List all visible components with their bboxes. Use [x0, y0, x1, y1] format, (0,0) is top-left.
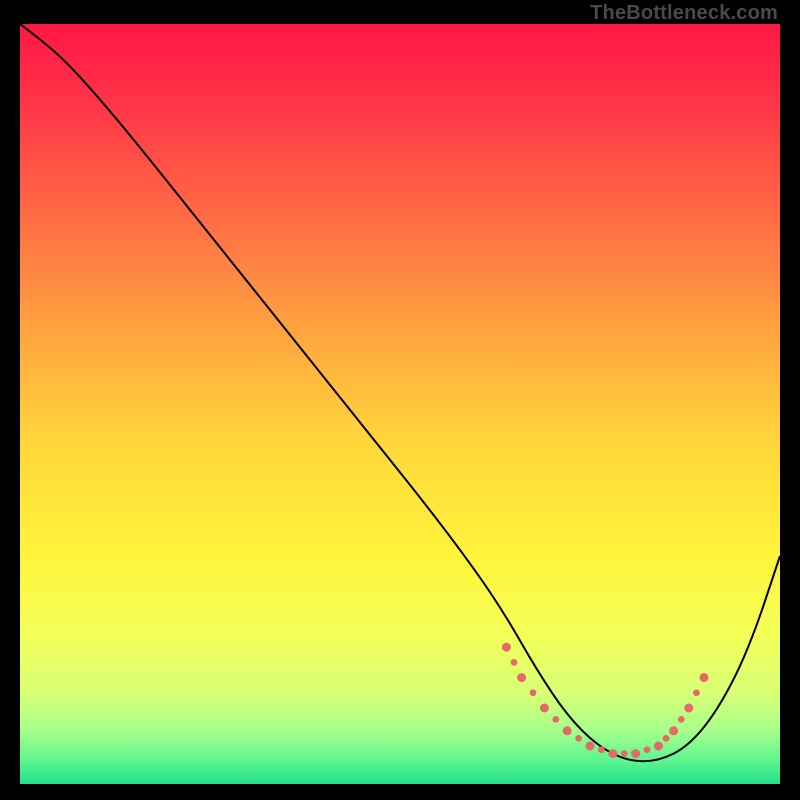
optimal-dot [654, 742, 663, 751]
optimal-dot [644, 746, 651, 753]
optimal-dot [621, 750, 628, 757]
optimal-dot [586, 742, 595, 751]
bottleneck-chart [20, 24, 780, 784]
optimal-dot [631, 749, 640, 758]
optimal-dot [684, 704, 693, 713]
optimal-dot [678, 716, 685, 723]
optimal-dot [552, 716, 559, 723]
optimal-dot [663, 735, 670, 742]
optimal-dot [517, 673, 526, 682]
optimal-dot [700, 673, 709, 682]
optimal-dot [502, 643, 511, 652]
watermark-text: TheBottleneck.com [590, 2, 778, 25]
optimal-dot [530, 689, 537, 696]
optimal-dot [511, 659, 518, 666]
optimal-dot [669, 726, 678, 735]
optimal-dot [608, 749, 617, 758]
optimal-dot [598, 746, 605, 753]
optimal-dot [540, 704, 549, 713]
optimal-dot [693, 689, 700, 696]
optimal-dot [563, 726, 572, 735]
optimal-dot [575, 735, 582, 742]
gradient-background [20, 24, 780, 784]
chart-frame [20, 24, 780, 784]
